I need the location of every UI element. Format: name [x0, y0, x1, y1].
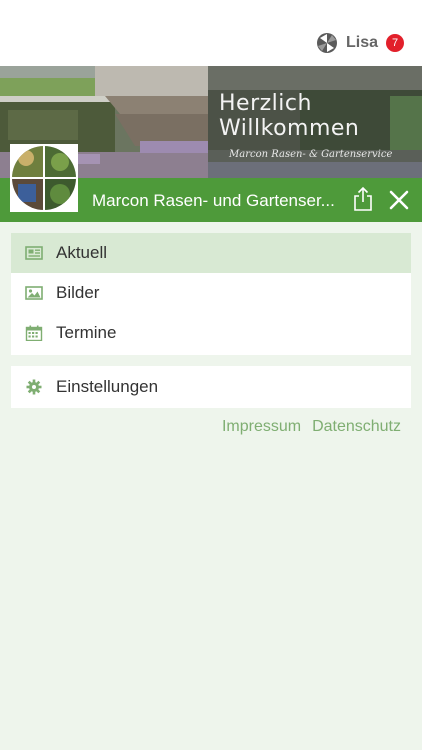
menu-item-bilder[interactable]: Bilder	[11, 273, 411, 313]
settings-menu: Einstellungen	[11, 366, 411, 408]
user-account[interactable]: Lisa 7	[316, 30, 404, 56]
app-logo-icon	[316, 33, 337, 53]
gear-icon	[26, 379, 42, 395]
company-avatar	[10, 144, 78, 212]
welcome-line2: Willkommen	[219, 116, 360, 141]
menu-item-einstellungen[interactable]: Einstellungen	[11, 366, 411, 408]
menu-item-label: Termine	[56, 323, 117, 342]
top-bar: Lisa 7	[0, 0, 422, 66]
welcome-subtitle: Marcon Rasen- & Gartenservice	[229, 149, 393, 160]
company-title: Marcon Rasen- und Gartenser...	[92, 191, 335, 210]
calendar-icon	[25, 325, 43, 341]
notification-badge[interactable]: 7	[386, 34, 404, 52]
menu-item-aktuell[interactable]: Aktuell	[11, 233, 411, 273]
user-name: Lisa	[345, 34, 378, 51]
newspaper-icon	[25, 246, 43, 260]
share-icon[interactable]	[352, 186, 374, 212]
datenschutz-link[interactable]: Datenschutz	[312, 418, 401, 436]
navigation-menu: Aktuell Bilder Termine	[11, 233, 411, 355]
impressum-link[interactable]: Impressum	[222, 418, 301, 436]
menu-item-label: Aktuell	[56, 243, 108, 262]
welcome-text: Herzlich Willkommen Marcon Rasen- & Gart…	[219, 93, 392, 160]
menu-item-label: Einstellungen	[56, 377, 159, 396]
close-icon[interactable]	[388, 189, 410, 211]
welcome-line1: Herzlich	[219, 91, 312, 116]
menu-item-label: Bilder	[56, 283, 100, 302]
footer-links: Impressum Datenschutz	[222, 418, 401, 436]
image-icon	[25, 286, 43, 300]
menu-item-termine[interactable]: Termine	[11, 313, 411, 353]
